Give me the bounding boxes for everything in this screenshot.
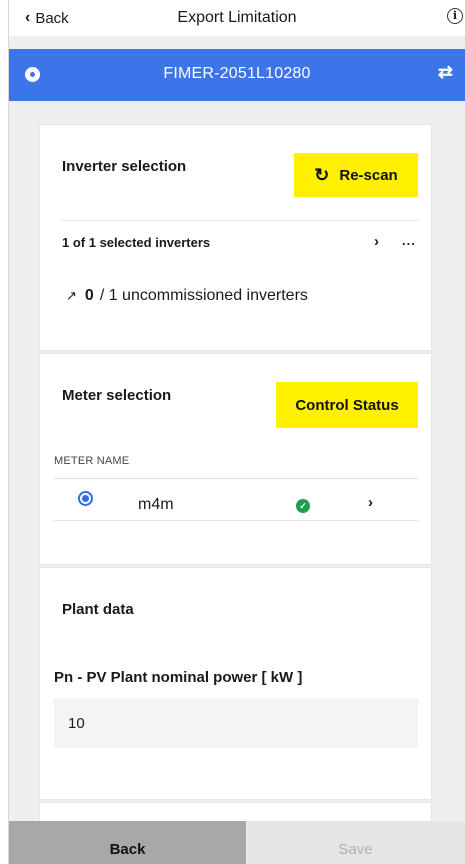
plant-data-title: Plant data bbox=[62, 601, 134, 618]
info-circle-icon[interactable]: i bbox=[447, 8, 463, 24]
device-name: FIMER-2051L10280 bbox=[163, 65, 311, 82]
control-status-label: Control Status bbox=[295, 396, 399, 414]
page-title: Export Limitation bbox=[177, 9, 297, 26]
refresh-icon: ↻ bbox=[314, 164, 330, 185]
app-frame: ‹ Back Export Limitation i FIMER-2051L10… bbox=[8, 0, 465, 864]
selected-inverters-text[interactable]: 1 of 1 selected inverters bbox=[62, 235, 210, 250]
device-bar: FIMER-2051L10280 ⇄ bbox=[9, 49, 465, 101]
check-circle-icon: ✓ bbox=[296, 499, 310, 513]
bottom-action-bar: Back Save bbox=[9, 821, 465, 864]
uncommissioned-count: 0 bbox=[84, 287, 94, 304]
uncommissioned-inverters: ↗ 0 / 1 uncommissioned inverters bbox=[66, 287, 308, 305]
top-navigation: ‹ Back Export Limitation i bbox=[9, 0, 465, 36]
wrench-icon: ↗ bbox=[66, 288, 77, 303]
save-button[interactable]: Save bbox=[246, 821, 465, 864]
divider bbox=[62, 220, 418, 221]
meter-name-column-header: METER NAME bbox=[54, 455, 130, 467]
more-options-icon[interactable]: ... bbox=[402, 233, 416, 248]
back-button[interactable]: Back bbox=[9, 821, 246, 864]
nominal-power-input[interactable]: 10 bbox=[54, 698, 418, 748]
meter-selection-card: Meter selection Control Status METER NAM… bbox=[39, 353, 432, 565]
nominal-power-label: Pn - PV Plant nominal power [ kW ] bbox=[54, 669, 303, 686]
divider bbox=[54, 520, 418, 521]
meter-name[interactable]: m4m bbox=[138, 496, 174, 514]
meter-selection-title: Meter selection bbox=[62, 387, 172, 404]
inverter-selection-title: Inverter selection bbox=[62, 158, 187, 175]
divider bbox=[54, 478, 418, 479]
chevron-right-icon[interactable]: › bbox=[374, 233, 379, 250]
plant-data-card: Plant data Pn - PV Plant nominal power [… bbox=[39, 567, 432, 800]
meter-radio-button[interactable] bbox=[78, 491, 93, 506]
nominal-power-value: 10 bbox=[68, 714, 85, 732]
inverter-selection-card: Inverter selection ↻ Re-scan 1 of 1 sele… bbox=[39, 124, 432, 351]
rescan-label: Re-scan bbox=[339, 166, 398, 184]
swap-arrows-icon[interactable]: ⇄ bbox=[438, 62, 453, 83]
control-status-button[interactable]: Control Status bbox=[276, 382, 418, 428]
uncommissioned-text: / 1 uncommissioned inverters bbox=[99, 287, 308, 304]
rescan-button[interactable]: ↻ Re-scan bbox=[294, 153, 418, 197]
chevron-right-icon[interactable]: › bbox=[368, 494, 373, 511]
